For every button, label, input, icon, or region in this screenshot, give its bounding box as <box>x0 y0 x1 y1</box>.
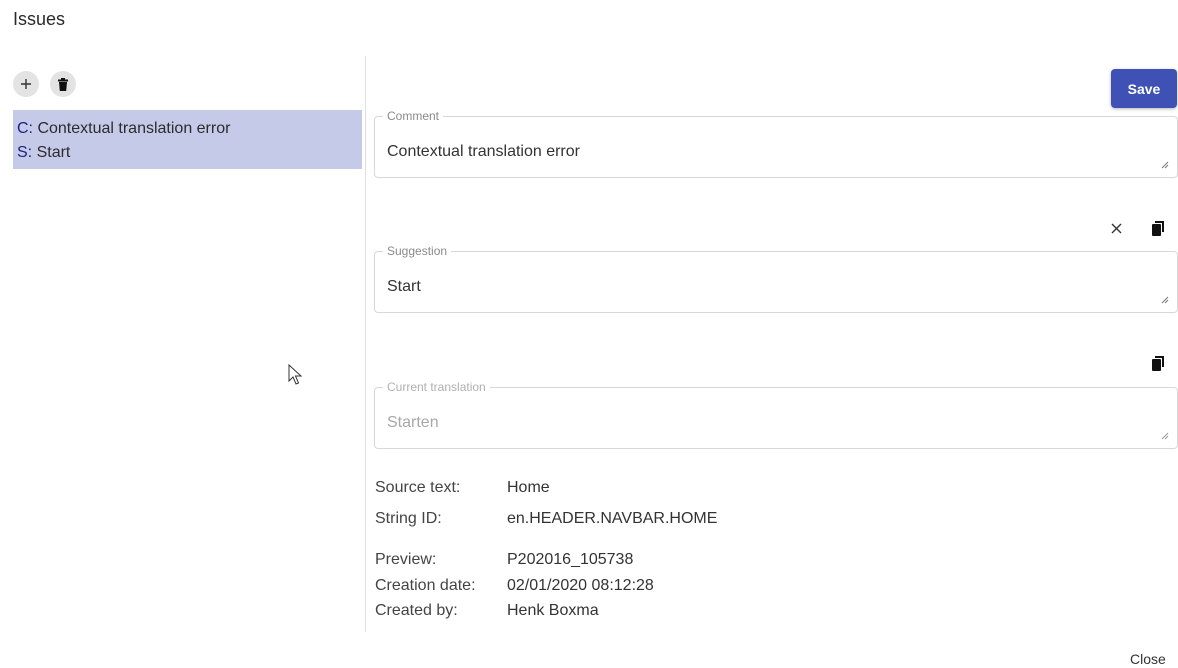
page-title: Issues <box>13 9 66 29</box>
creation-date-label: Creation date: <box>375 577 476 594</box>
issue-suggestion-line: S: Start <box>17 141 358 165</box>
suggestion-field[interactable]: Suggestion Start <box>374 244 1178 313</box>
copy-icon <box>1151 355 1164 371</box>
creation-date-row: Creation date: 02/01/2020 08:12:28 <box>375 575 654 597</box>
add-issue-button[interactable] <box>13 71 39 97</box>
suggestion-label: Suggestion <box>383 244 452 258</box>
string-id-row: String ID: en.HEADER.NAVBAR.HOME <box>375 508 717 530</box>
current-translation-label: Current translation <box>383 380 490 394</box>
copy-translation-button[interactable] <box>1148 353 1168 373</box>
close-icon <box>1111 223 1121 233</box>
mouse-cursor-icon <box>288 364 303 385</box>
preview-label: Preview: <box>375 551 437 568</box>
resize-handle-icon[interactable] <box>1161 161 1169 169</box>
string-id-value: en.HEADER.NAVBAR.HOME <box>507 510 718 527</box>
issue-comment-text: Contextual translation error <box>37 120 231 137</box>
resize-handle-icon[interactable] <box>1161 296 1169 304</box>
issue-comment-line: C: Contextual translation error <box>17 117 358 141</box>
close-button[interactable]: Close <box>1130 651 1166 667</box>
source-text-value: Home <box>507 479 550 496</box>
preview-value: P202016_105738 <box>507 551 634 568</box>
current-translation-value: Starten <box>387 414 439 431</box>
comment-value: Contextual translation error <box>387 143 580 160</box>
source-text-label: Source text: <box>375 479 461 496</box>
plus-icon <box>21 79 31 89</box>
issue-suggestion-text: Start <box>36 144 71 161</box>
comment-label: Comment <box>383 109 444 123</box>
issue-list-item[interactable]: C: Contextual translation error S: Start <box>13 110 362 169</box>
suggestion-value: Start <box>387 278 421 295</box>
created-by-row: Created by: Henk Boxma <box>375 600 599 622</box>
trash-icon <box>58 77 68 91</box>
comment-field[interactable]: Comment Contextual translation error <box>374 109 1178 178</box>
created-by-label: Created by: <box>375 602 458 619</box>
delete-issue-button[interactable] <box>50 71 76 97</box>
source-text-row: Source text: Home <box>375 477 550 499</box>
resize-handle-icon <box>1161 432 1169 440</box>
string-id-label: String ID: <box>375 510 442 527</box>
current-translation-field: Current translation Starten <box>374 380 1178 449</box>
pane-divider <box>365 56 366 632</box>
copy-icon <box>1151 220 1164 236</box>
save-button[interactable]: Save <box>1111 69 1177 108</box>
clear-suggestion-button[interactable] <box>1106 218 1126 238</box>
created-by-value: Henk Boxma <box>507 602 599 619</box>
preview-row: Preview: P202016_105738 <box>375 549 633 571</box>
creation-date-value: 02/01/2020 08:12:28 <box>507 577 654 594</box>
copy-suggestion-button[interactable] <box>1148 218 1168 238</box>
comment-prefix: C: <box>17 120 33 137</box>
suggestion-prefix: S: <box>17 144 33 161</box>
